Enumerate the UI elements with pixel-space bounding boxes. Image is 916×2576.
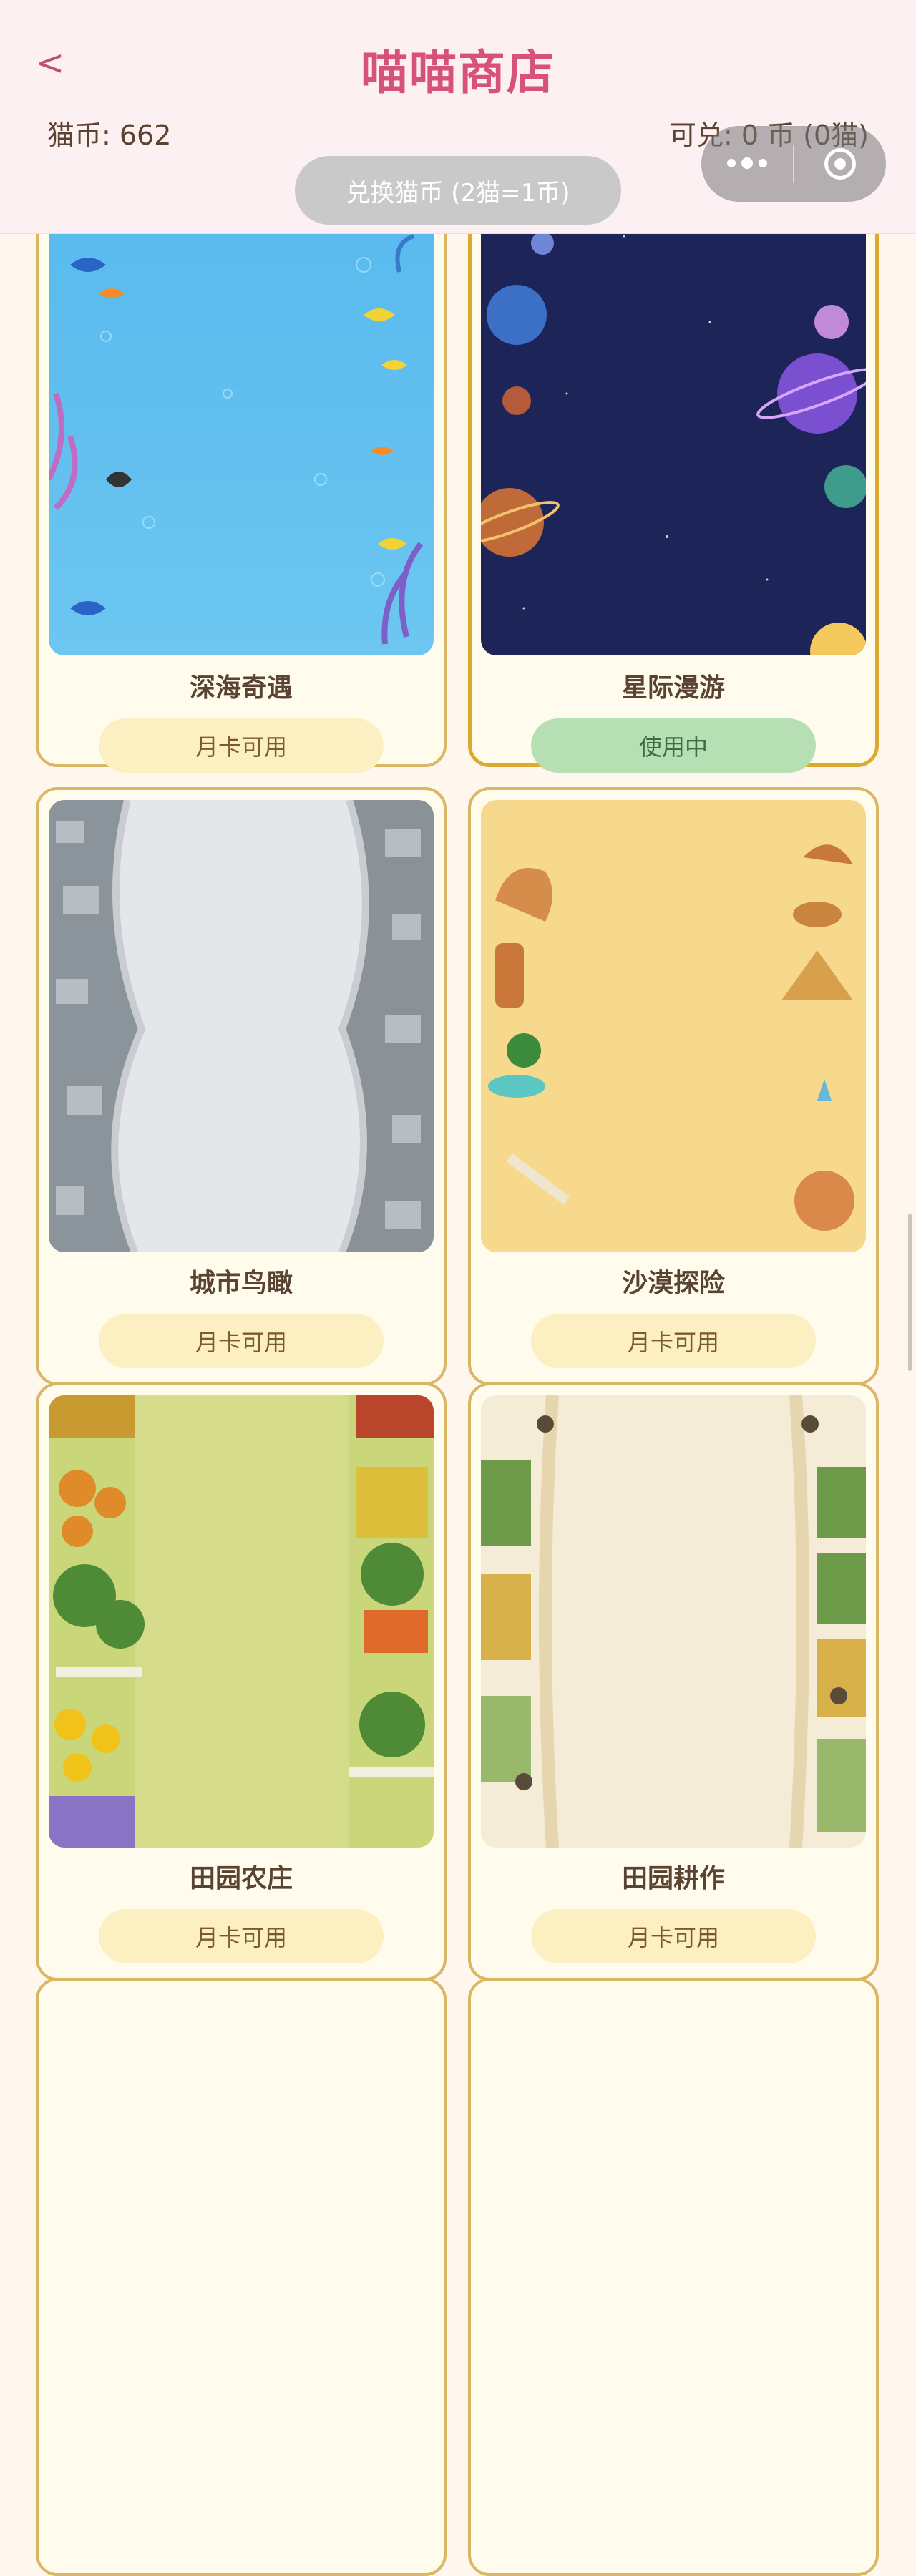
more-dots-icon[interactable] — [701, 157, 793, 169]
theme-status-button[interactable]: 使用中 — [531, 718, 816, 773]
scrollbar[interactable] — [908, 1214, 912, 1371]
theme-name: 深海奇遇 — [189, 673, 293, 703]
theme-status-button[interactable]: 月卡可用 — [99, 718, 384, 773]
theme-preview-space — [481, 179, 866, 655]
coin-balance: 猫币: 662 — [47, 119, 172, 151]
theme-status-button[interactable]: 月卡可用 — [99, 1909, 384, 1963]
theme-preview-farm — [49, 1395, 434, 1848]
theme-status-button[interactable]: 月卡可用 — [99, 1314, 384, 1368]
theme-status-button[interactable]: 月卡可用 — [531, 1909, 816, 1963]
theme-preview-farming — [481, 1395, 866, 1848]
theme-status-button[interactable]: 月卡可用 — [531, 1314, 816, 1368]
theme-preview-city-aerial — [49, 800, 434, 1252]
theme-preview-deep-sea — [49, 179, 434, 655]
theme-name: 城市鸟瞰 — [189, 1269, 293, 1298]
theme-card-next-left[interactable] — [36, 1978, 447, 2576]
theme-preview-desert — [481, 800, 866, 1252]
exchange-coins-button[interactable]: 兑换猫币 (2猫=1币) — [295, 156, 621, 225]
theme-card-next-right[interactable] — [468, 1978, 879, 2576]
theme-name: 田园农庄 — [189, 1864, 293, 1893]
theme-name: 田园耕作 — [621, 1864, 725, 1893]
theme-name: 星际漫游 — [621, 673, 725, 703]
page-title: 喵喵商店 — [361, 45, 555, 100]
theme-name: 沙漠探险 — [621, 1269, 725, 1298]
mini-program-capsule — [701, 126, 886, 202]
mini-program-close-icon[interactable] — [794, 148, 886, 180]
